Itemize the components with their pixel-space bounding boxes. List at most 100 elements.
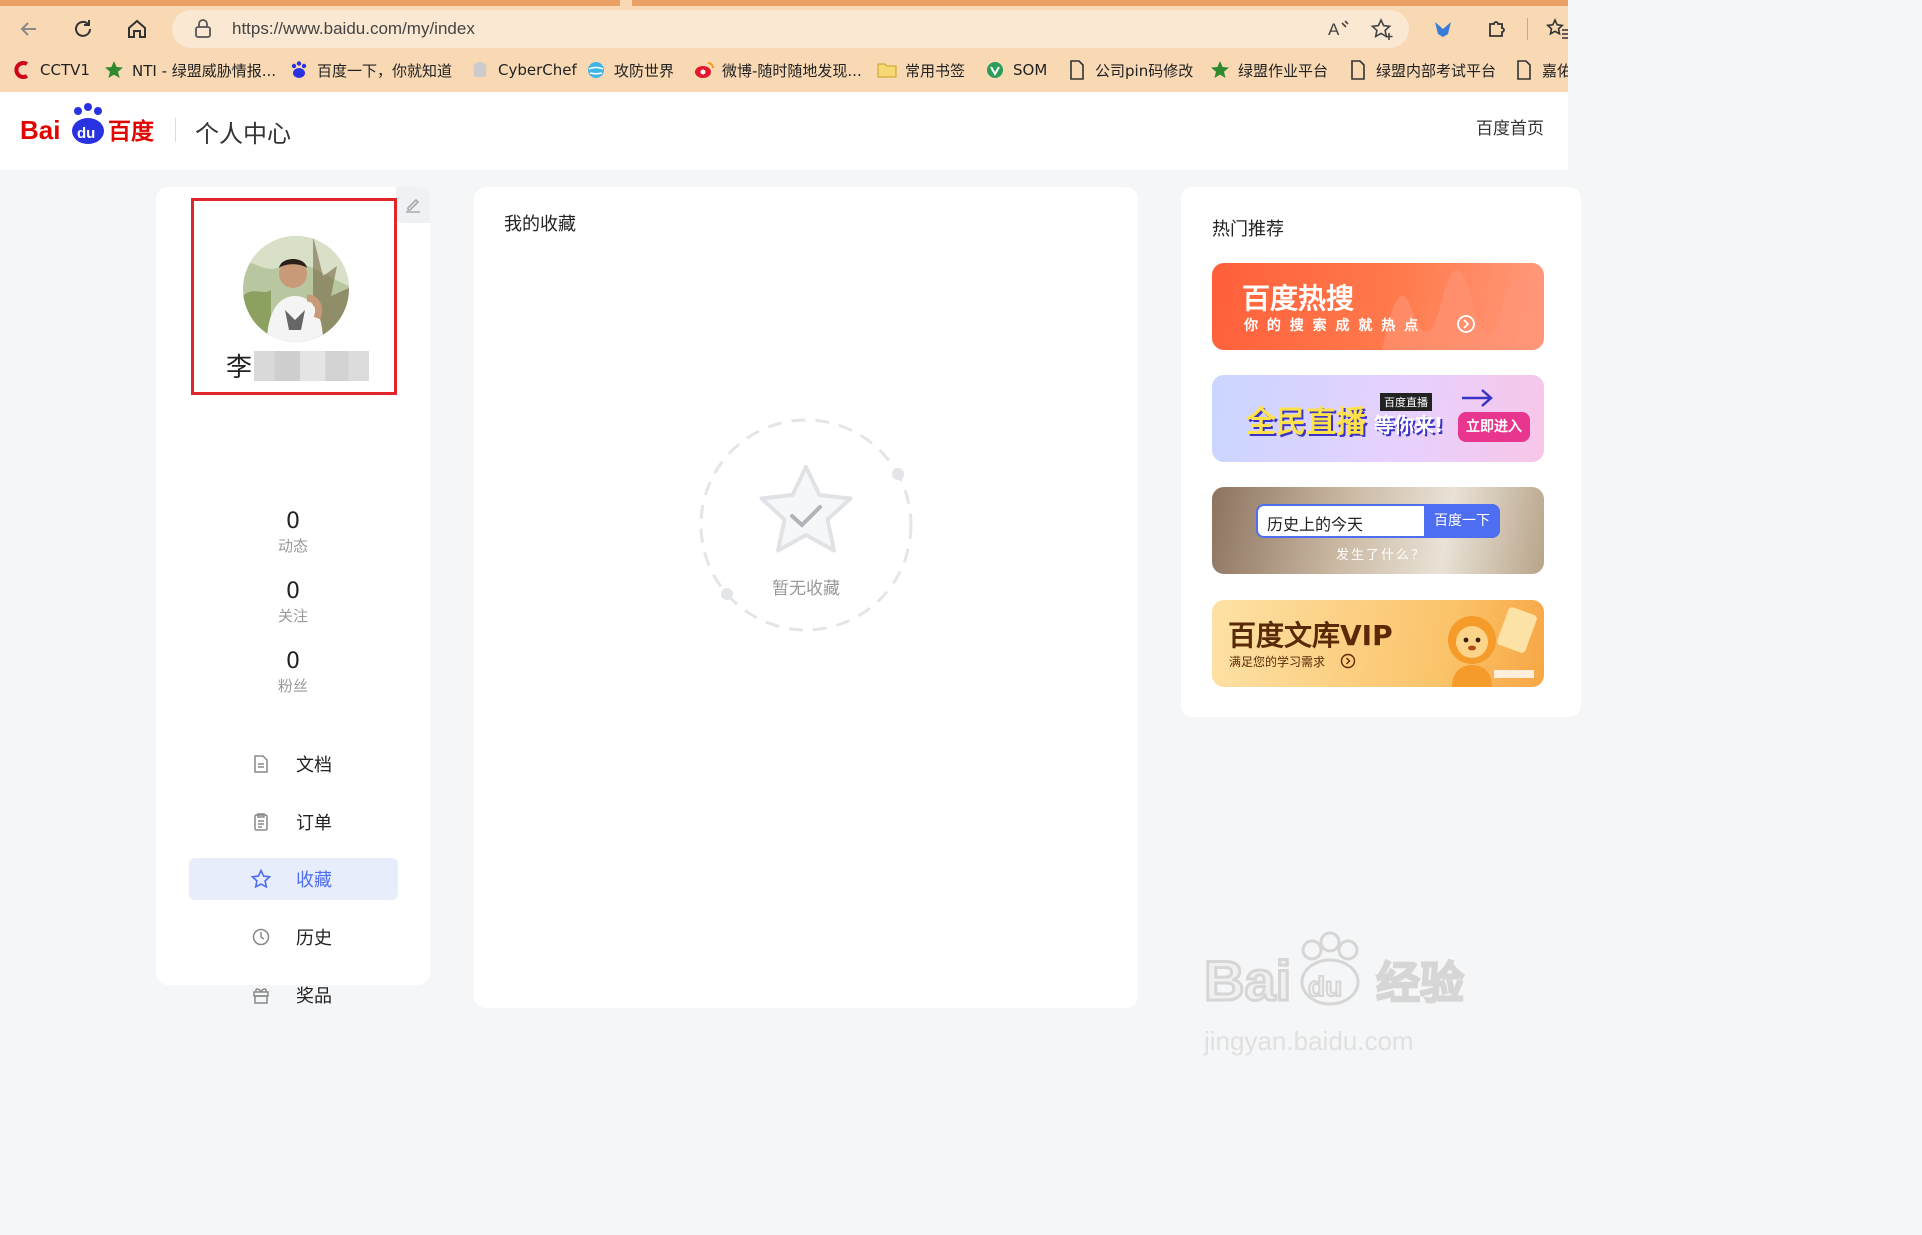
stat-value: 0 [286,579,300,604]
bookmark-cctv1[interactable]: CCTV1 [12,58,90,82]
bookmark-label: 常用书签 [905,61,966,80]
active-tab-edge [0,0,620,6]
bookmark-label: 绿盟作业平台 [1238,61,1329,80]
username: 李 [226,347,370,384]
back-icon[interactable] [12,12,46,46]
empty-text: 暂无收藏 [772,579,840,599]
banner-subtitle: 满足您的学习需求 [1229,655,1326,669]
username-text: 李 [226,353,253,383]
menu-label: 订单 [296,813,332,834]
edit-profile-icon[interactable] [396,187,430,223]
chef-icon [470,60,490,80]
clock-icon [251,927,271,947]
bookmark-label: SOM [1013,61,1048,79]
bookmark-nti[interactable]: NTI - 绿盟威胁情报... [104,58,276,82]
banner-subtitle: 你 的 搜 索 成 就 热 点 [1244,318,1421,334]
stat-label: 动态 [277,537,308,555]
arrow-right-icon [1462,389,1493,407]
username-redacted [254,350,370,381]
svg-text:百度: 百度 [108,118,155,145]
banner-title: 全民直播 [1246,405,1366,440]
banner-subtitle: 发生了什么？ [1336,548,1427,563]
bookmark-label: 嘉佑 [1542,61,1568,80]
favorites-bar-icon[interactable] [1540,12,1574,46]
banner-live[interactable]: 全民直播 等你来! 百度直播 立即进入 [1212,375,1544,462]
menu-item-prizes[interactable]: 奖品 [189,974,398,1016]
svg-text:经验: 经验 [1376,958,1464,1009]
logo-divider [175,118,176,142]
banner-history-today[interactable]: 历史上的今天 百度一下 发生了什么？ [1212,487,1544,574]
bookmark-gongfang[interactable]: 攻防世界 [586,58,674,82]
arrow-circle-icon [1457,315,1475,333]
menu-item-orders[interactable]: 订单 [189,801,398,843]
bookmarks-bar: CCTV1 NTI - 绿盟威胁情报... 百度一下，你就知道 CyberChe… [0,54,1568,84]
stat-followers[interactable]: 0 粉丝 [156,649,430,697]
url-text[interactable]: https://www.baidu.com/my/index [232,19,475,39]
extensions-puzzle-icon[interactable] [1480,12,1514,46]
extension-bird-icon[interactable] [1426,12,1460,46]
bookmark-exam[interactable]: 绿盟内部考试平台 [1348,58,1496,82]
bookmark-label: CyberChef [498,61,577,79]
bookmark-jiayou[interactable]: 嘉佑 [1514,58,1568,82]
banner-tag: 百度直播 [1380,393,1432,411]
favorites-card: 我的收藏 暂无收藏 [474,187,1138,1008]
favorite-star-icon[interactable] [1370,18,1394,46]
menu-item-documents[interactable]: 文档 [189,743,398,785]
profile-highlight-box: 李 [191,198,397,395]
bookmark-label: 绿盟内部考试平台 [1376,61,1497,80]
globe-icon [586,60,606,80]
page-icon [1514,60,1534,80]
bookmark-weibo[interactable]: 微博-随时随地发现... [694,58,862,82]
banner-title: 百度热搜 [1242,282,1355,315]
bookmark-folder[interactable]: 常用书签 [877,58,965,82]
avatar[interactable] [243,236,349,342]
watermark-url: jingyan.baidu.com [1204,1026,1414,1056]
banner-hot-search[interactable]: 百度热搜 你 的 搜 索 成 就 热 点 [1212,263,1544,350]
page-icon [1067,60,1087,80]
banner-cta-button: 立即进入 [1458,412,1530,442]
banner-wenku-vip[interactable]: 百度文库VIP 满足您的学习需求 [1212,600,1544,687]
reload-icon[interactable] [66,12,100,46]
stat-label: 关注 [277,607,308,625]
star-icon [1210,60,1230,80]
toolbar-divider [1527,18,1528,40]
baidu-home-link[interactable]: 百度首页 [1476,114,1544,139]
address-bar[interactable]: https://www.baidu.com/my/index A [172,10,1409,48]
baidu-jingyan-watermark: Bai du 经验 jingyan.baidu.com [1200,930,1500,1070]
page-title: 个人中心 [195,120,291,148]
clipboard-icon [251,812,271,832]
banner-subtitle: 等你来! [1374,413,1444,437]
star-icon [104,60,124,80]
lock-icon[interactable] [194,19,212,43]
star-outline-icon [251,869,271,889]
profile-card: 李 0 动态 0 关注 0 粉丝 文档 订单 收藏 历史 奖品 [156,187,430,1007]
tab-edge [632,0,1568,6]
home-icon[interactable] [120,12,154,46]
bookmark-baidu[interactable]: 百度一下，你就知道 [289,58,452,82]
bookmark-work[interactable]: 绿盟作业平台 [1210,58,1328,82]
banner-title: 百度文库VIP [1228,619,1393,652]
stat-following[interactable]: 0 关注 [156,579,430,627]
bookmark-label: NTI - 绿盟威胁情报... [132,61,277,80]
empty-state: 暂无收藏 [698,417,914,633]
bookmark-pin[interactable]: 公司pin码修改 [1067,58,1193,82]
svg-text:du: du [77,125,95,142]
recommend-card: 热门推荐 百度热搜 你 的 搜 索 成 就 热 点 全民直播 等你来! 百度直播… [1181,187,1581,717]
menu-label: 历史 [296,928,332,949]
top-navbar: Bai du 百度 个人中心 百度首页 [0,92,1568,170]
baidu-logo[interactable]: Bai du 百度 [20,102,160,148]
bookmark-som[interactable]: SOM [985,58,1047,82]
menu-label: 收藏 [296,870,332,891]
menu-label: 文档 [296,755,332,776]
menu-item-favorites[interactable]: 收藏 [189,858,398,900]
recommend-title: 热门推荐 [1212,219,1284,240]
stat-posts[interactable]: 0 动态 [156,509,430,557]
bookmark-cyberchef[interactable]: CyberChef [470,58,577,82]
svg-text:A: A [1328,20,1340,39]
folder-icon [877,60,897,80]
menu-item-history[interactable]: 历史 [189,916,398,958]
browser-chrome: https://www.baidu.com/my/index A CCTV1 N… [0,0,1568,92]
menu-label: 奖品 [296,986,332,1007]
svg-text:du: du [1308,971,1342,1002]
read-aloud-icon[interactable]: A [1327,18,1351,44]
